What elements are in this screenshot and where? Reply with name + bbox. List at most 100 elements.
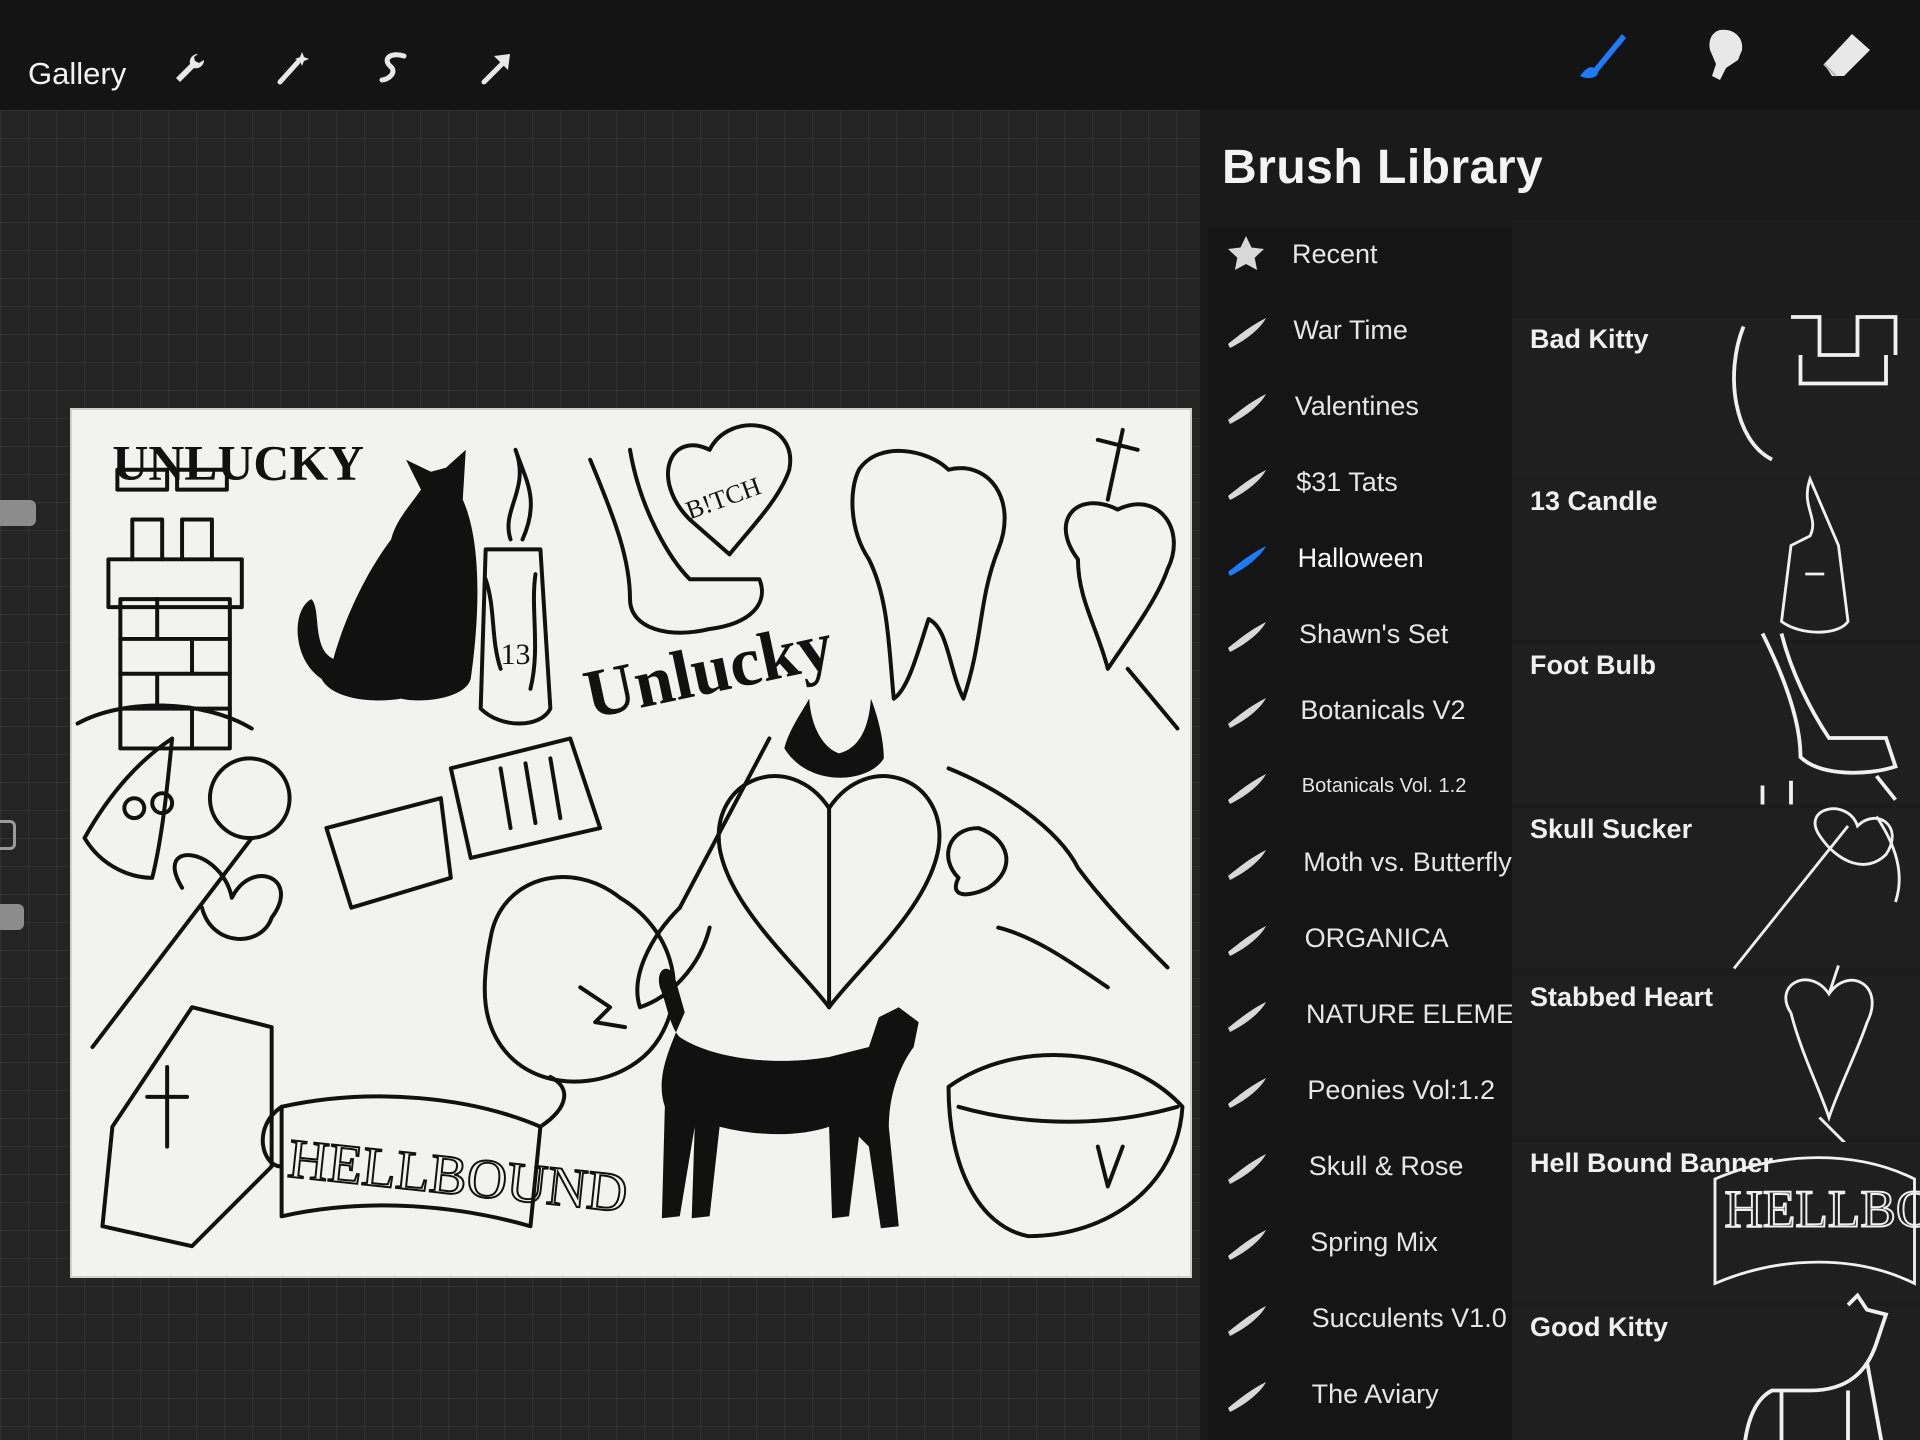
brush-stroke-icon (1222, 382, 1270, 430)
ghost-drawing (482, 875, 676, 1084)
brush-category-label: Skull & Rose (1308, 1150, 1464, 1181)
brush-item[interactable]: 13 Candle (1512, 474, 1920, 640)
walking-cat (658, 968, 919, 1229)
brush-icon[interactable] (1572, 24, 1632, 84)
devil-horns (784, 698, 884, 778)
brush-stroke-icon (1222, 686, 1270, 734)
brush-item[interactable]: Stabbed Heart (1512, 965, 1920, 1148)
devil-heart-drawing (716, 774, 942, 1010)
transform-arrow-icon[interactable] (476, 48, 516, 88)
selection-icon[interactable] (374, 48, 414, 88)
brush-stroke-icon (1222, 1370, 1270, 1418)
brush-item[interactable]: HELLBOUNHell Bound Banner (1512, 1142, 1920, 1302)
brush-stroke-icon (1222, 306, 1270, 354)
gallery-button[interactable]: Gallery (28, 56, 126, 92)
magic-wand-icon[interactable] (272, 48, 312, 88)
brush-stroke-preview (1700, 624, 1920, 814)
brush-name-label: Stabbed Heart (1530, 982, 1714, 1012)
brush-category-item[interactable]: NATURE ELEMENTS... (1208, 984, 1591, 1044)
top-toolbar: Gallery (0, 0, 1920, 110)
brush-name-label: Bad Kitty (1530, 324, 1649, 354)
brush-name-label: Foot Bulb (1530, 650, 1656, 680)
brush-item[interactable]: Foot Bulb (1512, 632, 1920, 805)
brush-item[interactable]: Skull Sucker (1512, 807, 1920, 970)
brush-category-label: The Aviary (1311, 1378, 1439, 1409)
lips-drawing (946, 1053, 1185, 1239)
brush-category-item[interactable]: Botanicals V2 (1208, 680, 1548, 740)
brush-name-label: 13 Candle (1530, 486, 1658, 516)
brush-category-item[interactable]: Moth vs. Butterfly (1208, 832, 1548, 892)
flash-sheet-artwork: UNLUCKY Unlucky B!TCH 13 HELLBOUND (75, 423, 1185, 1249)
brush-stroke-icon (1222, 1142, 1270, 1190)
brush-category-item[interactable]: War Time (1208, 300, 1548, 360)
brush-name-label: Skull Sucker (1530, 814, 1693, 844)
wrench-icon[interactable] (170, 48, 210, 88)
brush-category-label: Recent (1292, 238, 1378, 269)
chimney-drawing (75, 467, 254, 751)
black-silhouettes (297, 449, 919, 1229)
brush-stroke-icon (1222, 990, 1270, 1038)
brush-category-label: Valentines (1294, 390, 1419, 421)
opacity-slider[interactable] (0, 904, 24, 930)
brush-category-item[interactable]: Succulents V1.0 (1208, 1288, 1548, 1348)
brush-name-label: Hell Bound Banner (1530, 1148, 1774, 1178)
heart-text: B!TCH (682, 471, 765, 525)
brush-category-item[interactable]: ORGANICA (1208, 908, 1548, 968)
brush-category-item[interactable]: Recent (1208, 224, 1548, 284)
brush-category-label: Botanicals V2 (1300, 694, 1466, 725)
brush-category-label: Botanicals Vol. 1.2 (1301, 774, 1467, 797)
candle-number-text: 13 (501, 638, 531, 671)
chainsaw-drawing (324, 736, 603, 910)
brush-category-item[interactable]: Botanicals Vol. 1.2 (1208, 756, 1548, 816)
ok-hand-drawing (946, 766, 1170, 990)
brush-stroke-icon (1222, 914, 1270, 962)
brush-preview-text: HELLBOUN (1725, 1180, 1920, 1239)
unlucky-top-text: UNLUCKY (112, 436, 364, 491)
brush-category-label: Peonies Vol:1.2 (1307, 1074, 1496, 1105)
brush-stroke-icon (1222, 1294, 1270, 1342)
eraser-icon[interactable] (1818, 24, 1878, 84)
brush-category-label: Spring Mix (1310, 1226, 1438, 1257)
brush-category-item[interactable]: Spring Mix (1208, 1212, 1548, 1272)
brush-category-item[interactable]: Shawn's Set (1208, 604, 1548, 664)
brush-stroke-icon (1222, 1066, 1270, 1114)
stabbed-heart-drawing (1063, 427, 1180, 731)
brush-category-label: Halloween (1297, 542, 1424, 573)
brush-category-item[interactable]: Peonies Vol:1.2 (1208, 1060, 1548, 1120)
brush-category-list: Recent War Time Valentines $31 Tats Hallowee… (1208, 228, 1591, 1440)
brush-category-label: $31 Tats (1296, 466, 1398, 497)
brush-category-item[interactable]: Valentines (1208, 376, 1548, 436)
brush-category-item[interactable]: Halloween (1208, 528, 1548, 588)
brush-item[interactable]: Bad Kitty (1512, 315, 1920, 478)
brush-stroke-icon (1222, 1218, 1270, 1266)
brush-name-label: Good Kitty (1530, 1312, 1668, 1342)
brush-category-item[interactable]: The Aviary (1208, 1364, 1548, 1424)
brush-category-item[interactable]: $31 Tats (1208, 452, 1548, 512)
brush-category-label: Shawn's Set (1299, 618, 1449, 649)
brush-stroke-icon (1222, 838, 1270, 886)
brush-category-label: ORGANICA (1304, 922, 1449, 953)
brush-stroke-icon (1222, 534, 1270, 582)
brush-category-label: War Time (1293, 314, 1408, 345)
brush-category-item[interactable]: Skull & Rose (1208, 1136, 1548, 1196)
brush-stroke-icon (1222, 610, 1270, 658)
brush-size-slider[interactable] (0, 500, 36, 526)
broom-drawing (635, 736, 772, 1010)
brush-library-title: Brush Library (1222, 141, 1544, 194)
procreate-app: Gallery UNLUCKY Unlucky B!TCH 13 HELLBOU… (0, 0, 1920, 1440)
brush-stroke-preview (1700, 460, 1920, 650)
brush-stroke-icon (1222, 458, 1270, 506)
tooth-drawing (850, 448, 1007, 701)
brush-stroke-preview (1700, 788, 1920, 978)
brush-item[interactable]: Good Kitty (1512, 1292, 1920, 1440)
smudge-icon[interactable] (1698, 24, 1758, 84)
candle-drawing (478, 447, 553, 726)
brush-category-label: Moth vs. Butterfly (1303, 846, 1512, 877)
star-icon (1222, 230, 1270, 278)
drawing-canvas[interactable]: UNLUCKY Unlucky B!TCH 13 HELLBOUND (70, 408, 1192, 1278)
brush-stroke-icon (1222, 762, 1270, 810)
modify-button[interactable] (0, 820, 16, 850)
brush-stroke-preview (1700, 1286, 1920, 1440)
brush-category-label: Succulents V1.0 (1311, 1302, 1507, 1333)
candy-corn-drawing (82, 736, 175, 880)
